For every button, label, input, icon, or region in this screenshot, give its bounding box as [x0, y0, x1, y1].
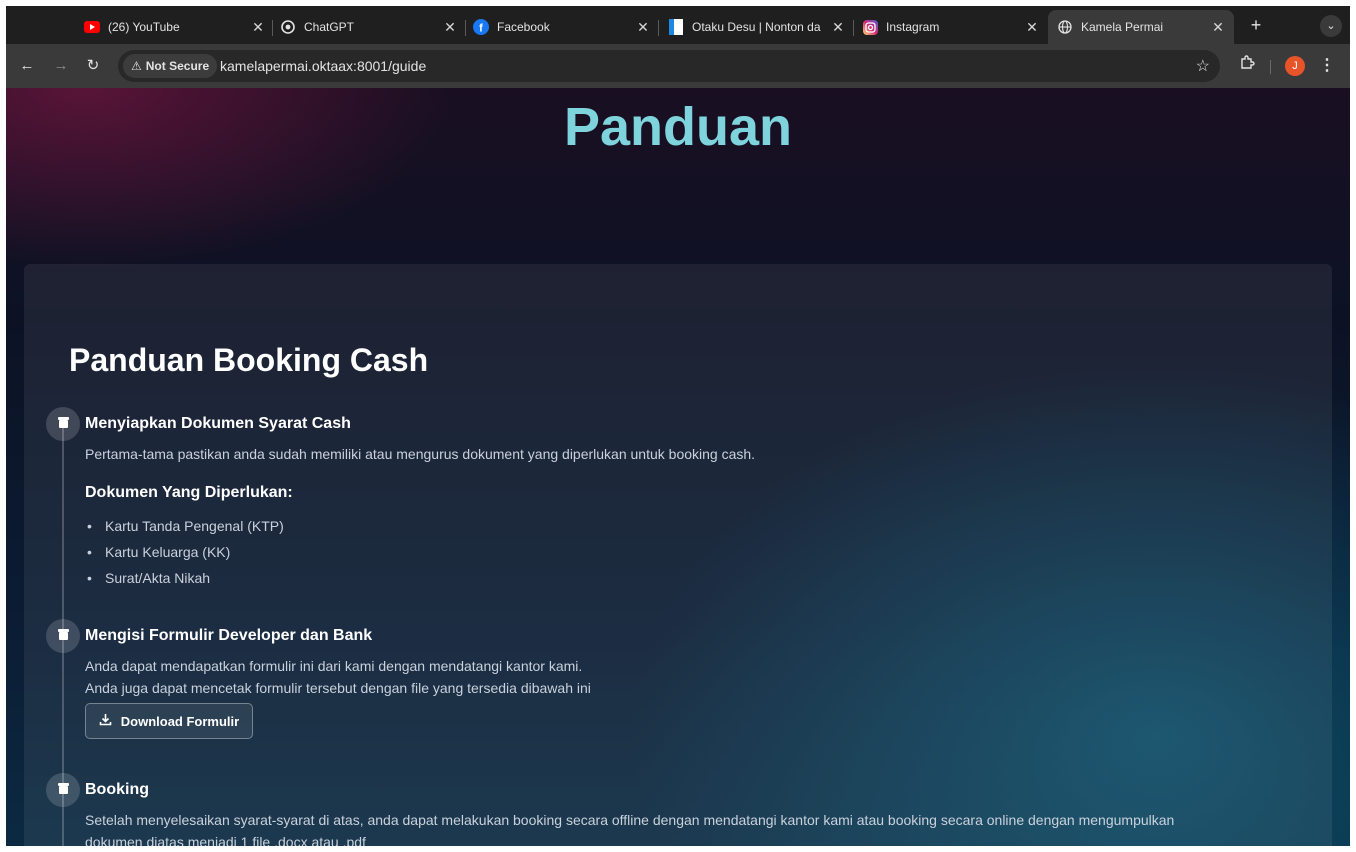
step-description: Anda juga dapat mencetak formulir terseb…: [85, 680, 591, 696]
browser-window: (26) YouTube ✕ ChatGPT ✕ f Facebook ✕ Ot…: [6, 6, 1350, 846]
url-text[interactable]: kamelapermai.oktaax:8001/guide: [220, 58, 426, 74]
tab-youtube[interactable]: (26) YouTube ✕: [84, 10, 266, 44]
tab-title: Otaku Desu | Nonton da: [692, 20, 821, 34]
tab-strip: (26) YouTube ✕ ChatGPT ✕ f Facebook ✕ Ot…: [6, 6, 1350, 44]
tab-separator: [853, 20, 854, 36]
step-title: Booking: [85, 781, 149, 798]
tab-chatgpt[interactable]: ChatGPT ✕: [280, 10, 458, 44]
tab-kamela-permai[interactable]: Kamela Permai ✕: [1048, 10, 1234, 44]
close-icon[interactable]: ✕: [635, 19, 651, 36]
timeline-step-icon: [46, 773, 80, 807]
back-arrow-icon[interactable]: ←: [16, 55, 38, 77]
timeline-step-icon: [46, 619, 80, 653]
tab-separator: [465, 20, 466, 36]
youtube-icon: [84, 19, 100, 35]
tab-separator: [658, 20, 659, 36]
documents-subtitle: Dokumen Yang Diperlukan:: [85, 484, 293, 501]
tab-title: Instagram: [886, 20, 940, 34]
tab-title: Facebook: [497, 20, 550, 34]
facebook-icon: f: [473, 19, 489, 35]
page-title: Panduan: [563, 97, 793, 157]
profile-avatar[interactable]: J: [1285, 56, 1305, 76]
globe-icon: [1057, 19, 1073, 35]
tab-title: ChatGPT: [304, 20, 355, 34]
forward-arrow-icon[interactable]: →: [50, 55, 72, 77]
reload-icon[interactable]: ↻: [82, 55, 104, 77]
warning-icon: ⚠: [131, 59, 142, 73]
close-icon[interactable]: ✕: [250, 19, 266, 36]
tab-otakudesu[interactable]: Otaku Desu | Nonton da ✕: [668, 10, 846, 44]
step-description: Anda dapat mendapatkan formulir ini dari…: [85, 658, 583, 674]
close-icon[interactable]: ✕: [442, 19, 458, 36]
list-item: Surat/Akta Nikah: [85, 565, 284, 591]
documents-list: Kartu Tanda Pengenal (KTP) Kartu Keluarg…: [85, 513, 284, 591]
step-description: Pertama-tama pastikan anda sudah memilik…: [85, 446, 756, 462]
list-item: Kartu Tanda Pengenal (KTP): [85, 513, 284, 539]
close-icon[interactable]: ✕: [1210, 19, 1226, 36]
download-icon: [99, 713, 112, 729]
tab-facebook[interactable]: f Facebook ✕: [473, 10, 651, 44]
timeline-step-icon: [46, 407, 80, 441]
close-icon[interactable]: ✕: [1024, 19, 1040, 36]
bookmark-star-icon[interactable]: ☆: [1196, 56, 1210, 76]
step-description: dokumen diatas menjadi 1 file .docx atau…: [85, 834, 366, 846]
chatgpt-icon: [280, 19, 296, 35]
otakudesu-icon: [668, 19, 684, 35]
close-icon[interactable]: ✕: [830, 19, 846, 36]
button-label: Download Formulir: [120, 713, 240, 729]
new-tab-plus-icon[interactable]: +: [1246, 15, 1266, 35]
address-bar[interactable]: ⚠ Not Secure kamelapermai.oktaax:8001/gu…: [118, 50, 1220, 82]
svg-text:f: f: [479, 23, 483, 35]
card-title: Panduan Booking Cash: [69, 342, 429, 378]
security-chip[interactable]: ⚠ Not Secure: [123, 54, 218, 78]
chevron-down-icon[interactable]: ⌄: [1320, 15, 1342, 37]
download-formulir-button[interactable]: Download Formulir: [85, 703, 253, 739]
browser-toolbar: ← → ↻ ⚠ Not Secure kamelapermai.oktaax:8…: [6, 44, 1350, 88]
tab-title: (26) YouTube: [108, 20, 180, 34]
tab-title: Kamela Permai: [1081, 20, 1164, 34]
instagram-icon: [862, 19, 878, 35]
extensions-puzzle-icon[interactable]: [1236, 55, 1258, 77]
tab-instagram[interactable]: Instagram ✕: [862, 10, 1040, 44]
step-title: Menyiapkan Dokumen Syarat Cash: [85, 415, 351, 432]
step-description: Setelah menyelesaikan syarat-syarat di a…: [85, 812, 1175, 828]
step-title: Mengisi Formulir Developer dan Bank: [85, 627, 373, 644]
guide-card: Panduan Booking Cash Menyiapkan Dokumen …: [24, 264, 1332, 846]
list-item: Kartu Keluarga (KK): [85, 539, 284, 565]
kebab-menu-icon[interactable]: ⋮: [1319, 55, 1335, 77]
security-label: Not Secure: [145, 59, 210, 73]
tab-separator: [272, 20, 273, 36]
toolbar-separator: [1270, 60, 1271, 74]
page-content: Panduan Panduan Booking Cash Menyiapkan …: [6, 88, 1350, 846]
